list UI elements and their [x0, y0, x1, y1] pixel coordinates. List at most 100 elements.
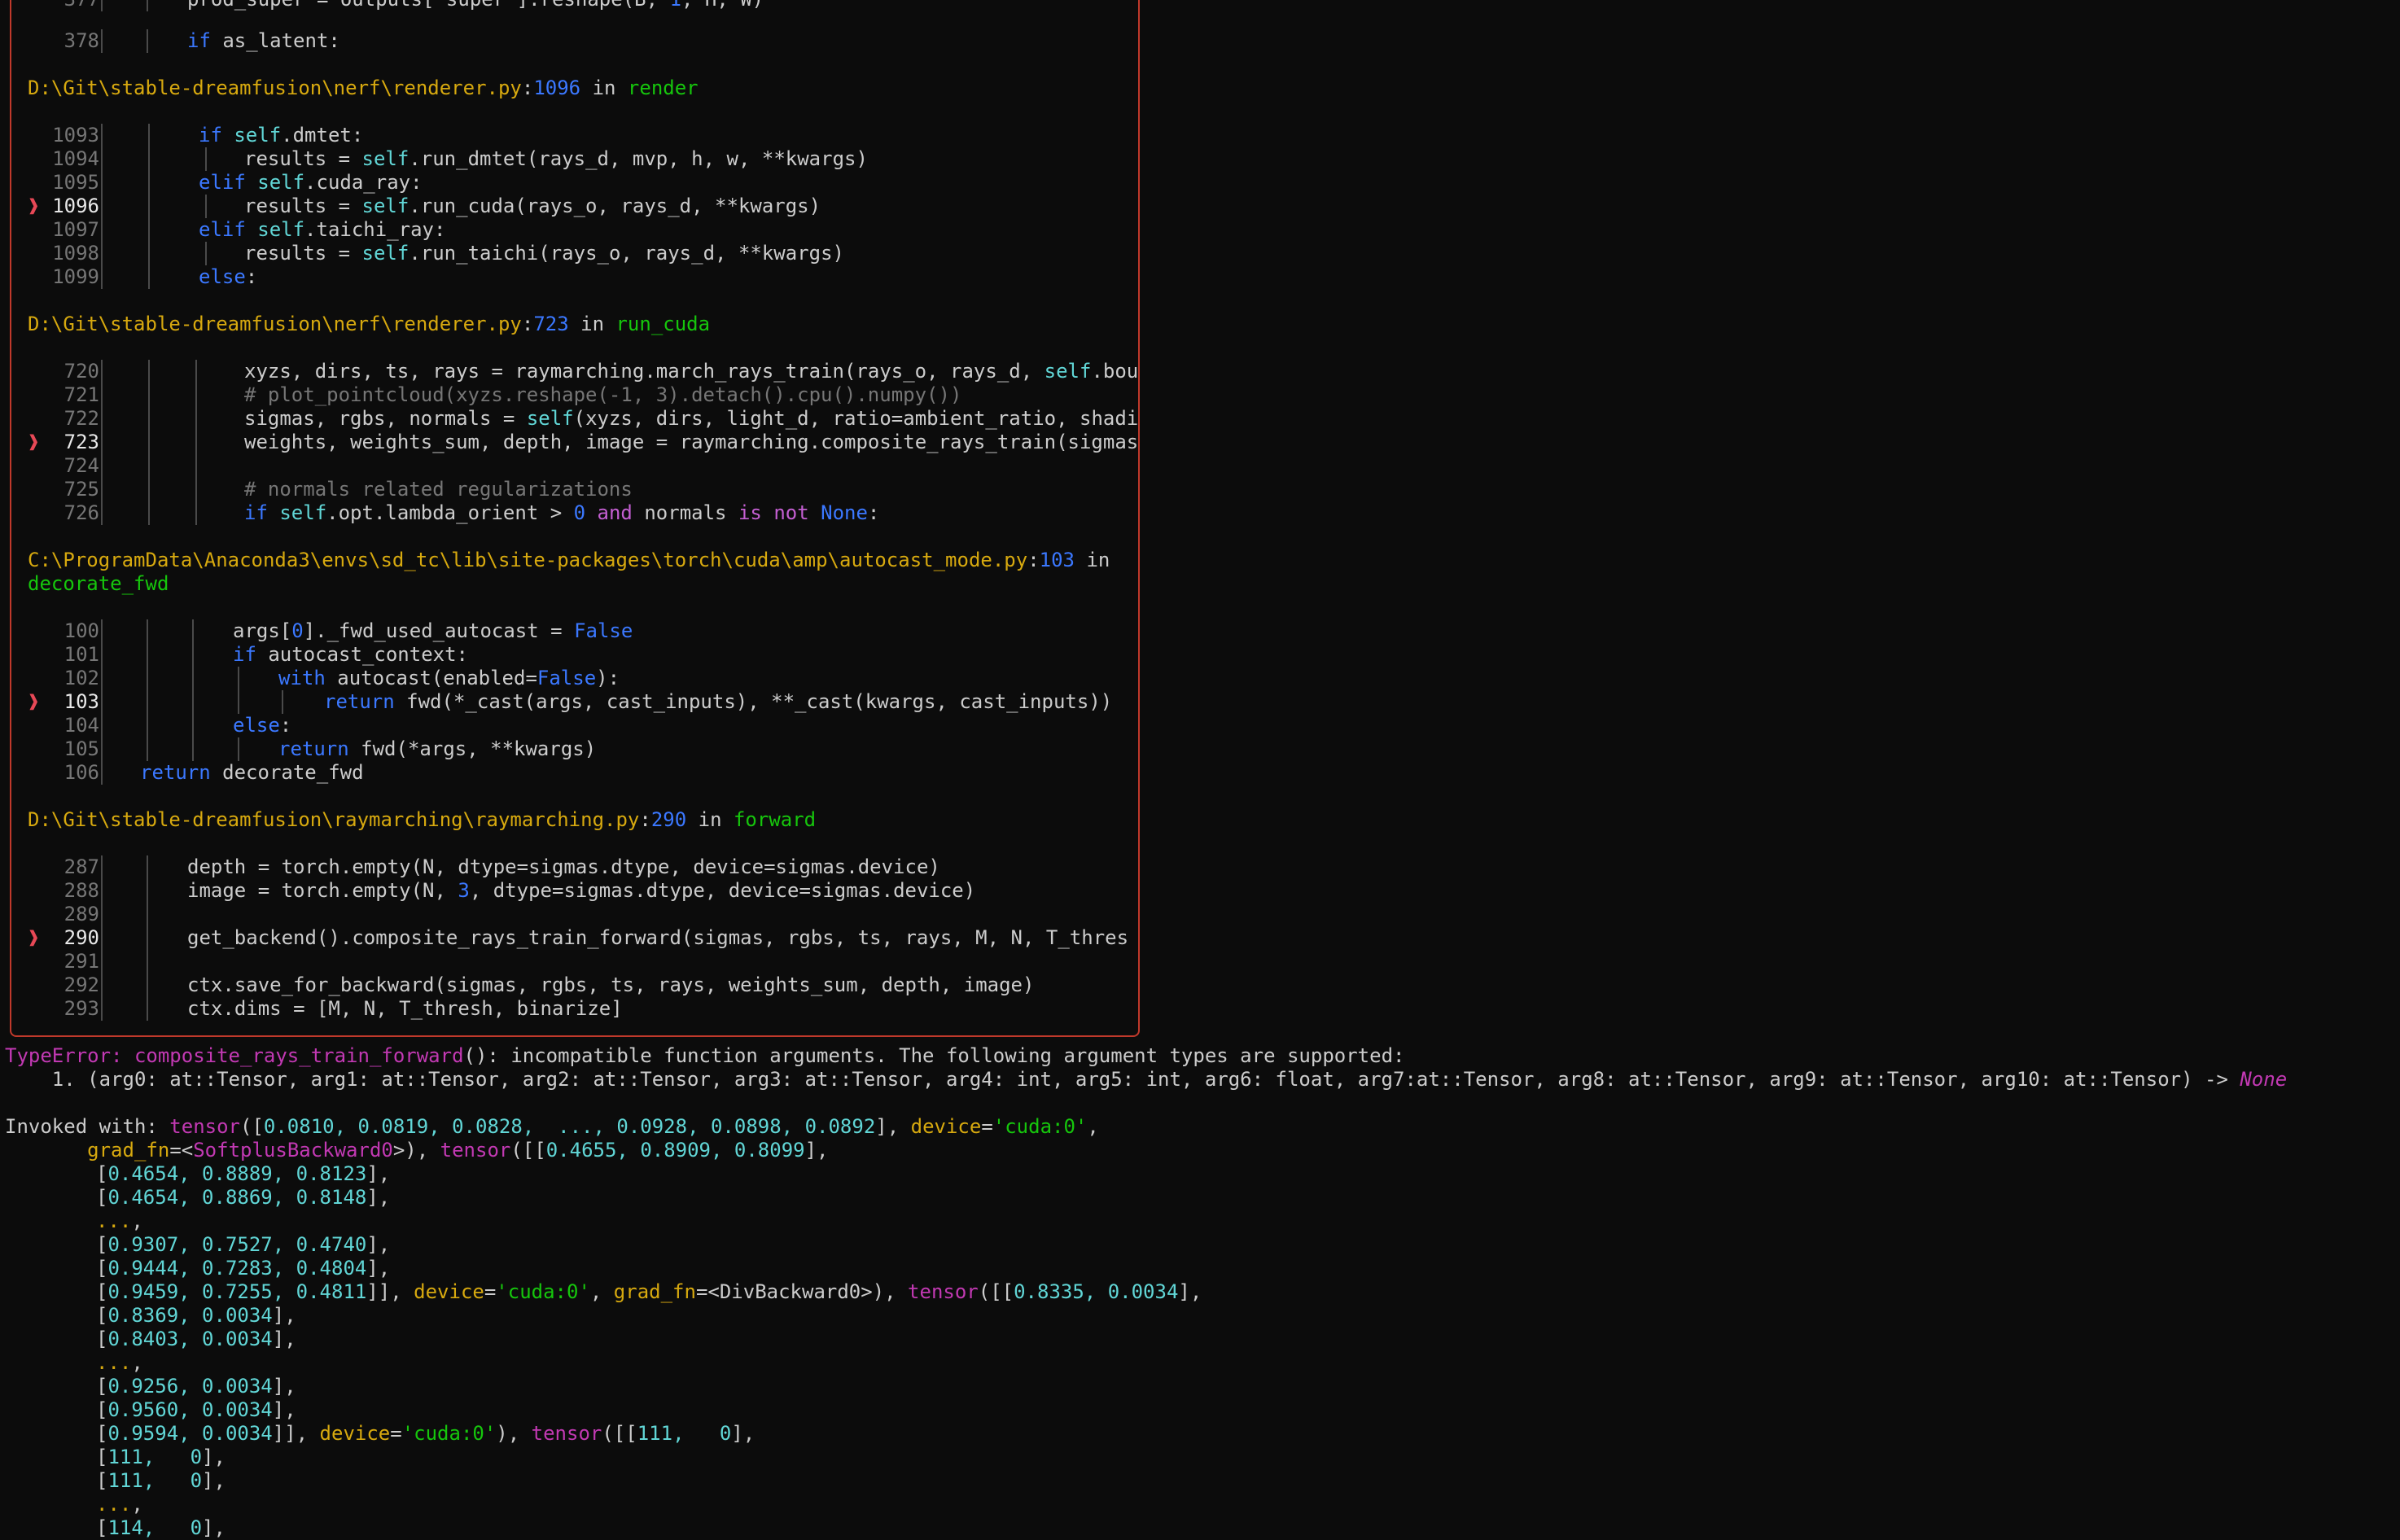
- syntax-token: [352, 997, 363, 1020]
- syntax-token: None: [821, 501, 868, 524]
- tensor-row: [0.4654, 0.8869, 0.8148],: [96, 1186, 390, 1210]
- syntax-token: [246, 218, 257, 241]
- invoked-line: grad_fn=<SoftplusBackward0>), tensor([[0…: [5, 1139, 828, 1162]
- syntax-token: autocast: [337, 667, 431, 689]
- frame-file-path: D:\Git\stable-dreamfusion\nerf\renderer.…: [28, 313, 522, 335]
- syntax-token: [538, 501, 550, 524]
- syntax-token: [: [96, 1162, 108, 1185]
- syntax-token: *: [738, 242, 751, 265]
- syntax-token: ,: [703, 407, 716, 430]
- syntax-token: =: [502, 407, 515, 430]
- syntax-token: (: [1056, 431, 1068, 453]
- code-text: # plot_pointcloud(xyzs.reshape(-1, 3).de…: [244, 383, 961, 406]
- syntax-token: rays_o: [856, 360, 927, 383]
- error-message: TypeError: composite_rays_train_forward(…: [5, 1044, 1404, 1068]
- syntax-token: fwd: [406, 690, 442, 713]
- syntax-token: prod_super: [187, 0, 305, 11]
- code-text: if self.opt.lambda_orient > 0 and normal…: [244, 501, 879, 524]
- tensor-values: 111, 0: [107, 1469, 203, 1492]
- line-number: 103: [64, 690, 99, 713]
- syntax-token: ,: [857, 973, 870, 996]
- text-span: ([[: [978, 1280, 1014, 1303]
- syntax-token: device: [728, 879, 799, 902]
- syntax-token: [1034, 926, 1045, 949]
- indent-guide: [101, 29, 103, 53]
- syntax-token: [821, 407, 832, 430]
- syntax-token: image: [585, 431, 645, 453]
- syntax-token: .: [326, 501, 339, 524]
- syntax-token: 0: [291, 619, 304, 642]
- syntax-token: results: [244, 195, 327, 217]
- syntax-token: [397, 407, 409, 430]
- syntax-token: .: [598, 855, 611, 878]
- error-text: (): incompatible function arguments. The…: [463, 1044, 1405, 1067]
- code-line: 102 with autocast(enabled=False):: [0, 667, 620, 690]
- syntax-token: N: [1010, 926, 1023, 949]
- indent-guide: [238, 690, 239, 714]
- indent-guide: [147, 737, 148, 761]
- syntax-token: [776, 926, 787, 949]
- indent-guide: [101, 124, 103, 147]
- syntax-token: cast_inputs: [959, 690, 1089, 713]
- indent-guide: [148, 195, 150, 218]
- syntax-token: .: [339, 855, 353, 878]
- syntax-token: [282, 997, 293, 1020]
- indent-guide: [147, 973, 148, 997]
- ellipsis: ...: [96, 1493, 132, 1516]
- syntax-token: _cast: [465, 690, 524, 713]
- syntax-token: =: [655, 431, 668, 453]
- tensor-row: [111, 0],: [96, 1446, 226, 1469]
- code-line: 104 else:: [0, 714, 291, 737]
- syntax-token: [480, 360, 491, 383]
- syntax-token: if: [199, 124, 222, 147]
- syntax-token: image: [963, 973, 1023, 996]
- code-line: ❱ 723 weights, weights_sum, depth, image =…: [0, 431, 1138, 454]
- device-value: 'cuda:0': [496, 1280, 590, 1303]
- syntax-token: self: [257, 171, 305, 194]
- syntax-token: ctx: [187, 997, 223, 1020]
- tensor-values: 111, 0: [107, 1446, 203, 1468]
- syntax-token: *: [761, 147, 774, 170]
- syntax-token: self: [234, 124, 282, 147]
- tensor-keyword: tensor: [531, 1422, 602, 1445]
- syntax-token: .: [339, 926, 353, 949]
- syntax-token: args: [536, 690, 583, 713]
- line-number: 293: [64, 997, 99, 1020]
- syntax-token: *: [750, 242, 762, 265]
- text-span: ),: [496, 1422, 532, 1445]
- code-text: results = self.run_taichi(rays_o, rays_d…: [244, 242, 844, 265]
- code-line: 724: [0, 454, 197, 478]
- syntax-token: ts: [857, 926, 882, 949]
- current-line-arrow-icon: ❱: [28, 431, 40, 453]
- signature-return: None: [2240, 1068, 2288, 1091]
- text-span: ([[: [602, 1422, 637, 1445]
- code-content: elif self.cuda_ray:: [199, 171, 423, 195]
- tensor-ellipsis: ...,: [96, 1493, 143, 1516]
- frame-function-name: decorate_fwd: [28, 572, 169, 595]
- syntax-token: return: [324, 690, 395, 713]
- indent-guide: [148, 147, 150, 171]
- syntax-token: ,: [926, 360, 939, 383]
- syntax-token: rays_o: [550, 242, 621, 265]
- syntax-token: _fwd_used_autocast: [326, 619, 539, 642]
- tensor-row: [0.4654, 0.8889, 0.8123],: [96, 1162, 390, 1186]
- tensor-values: 0.4654, 0.8869, 0.8148: [107, 1186, 367, 1209]
- syntax-token: ): [1023, 973, 1035, 996]
- tensor-values: 0.8403, 0.0034: [107, 1328, 273, 1350]
- syntax-token: [: [96, 1398, 108, 1421]
- syntax-token: ,: [587, 973, 599, 996]
- code-content: if self.opt.lambda_orient > 0 and normal…: [244, 501, 879, 525]
- syntax-token: [305, 0, 317, 11]
- syntax-token: ,: [434, 855, 446, 878]
- syntax-token: (: [526, 147, 539, 170]
- syntax-token: self: [279, 501, 327, 524]
- syntax-token: :: [279, 714, 292, 737]
- syntax-token: return: [278, 737, 349, 760]
- syntax-token: [505, 997, 516, 1020]
- code-text: image = torch.empty(N, 3, dtype=sigmas.d…: [187, 879, 975, 902]
- syntax-token: [491, 407, 502, 430]
- syntax-token: get_backend: [187, 926, 317, 949]
- indent-guide: [148, 242, 150, 265]
- indent-guide: [238, 667, 239, 690]
- syntax-token: cast_inputs: [606, 690, 736, 713]
